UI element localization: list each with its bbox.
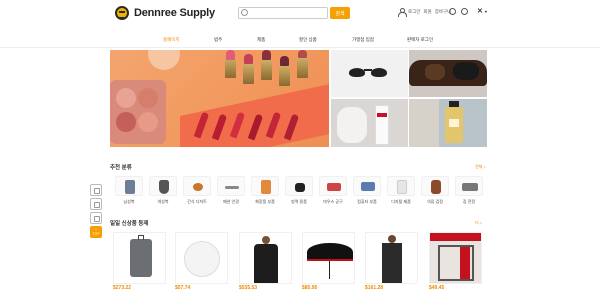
- search-icon: [241, 9, 248, 16]
- nav-divider: [0, 47, 600, 48]
- logo-icon: [115, 6, 129, 20]
- member-link[interactable]: 회원: [423, 9, 431, 15]
- top-links: 로그인 회원 장바구니: [398, 8, 451, 17]
- appliance-icon: [462, 183, 478, 191]
- categories-more-link[interactable]: 전체 >: [475, 164, 486, 170]
- chat-icon[interactable]: [461, 8, 468, 15]
- new-products-title: 일일 신상품 등재: [110, 221, 149, 227]
- snack-icon: [193, 183, 203, 191]
- product-card[interactable]: $49.45: [429, 232, 484, 291]
- category-item[interactable]: 컴퓨터 부품: [352, 176, 382, 206]
- category-item[interactable]: 의류 검정: [420, 176, 450, 206]
- clothing-icon: [125, 180, 135, 194]
- category-item[interactable]: 여성복: [148, 176, 178, 206]
- user-icon[interactable]: [398, 8, 407, 17]
- golf-ball-icon: [184, 241, 220, 277]
- hero-banner-sunglasses[interactable]: [331, 50, 408, 97]
- side-cart-button[interactable]: [90, 184, 102, 196]
- dress-icon: [159, 180, 169, 194]
- laptop-icon: [361, 182, 375, 191]
- category-item[interactable]: 화장품 부품: [250, 176, 280, 206]
- nav-products[interactable]: 제품: [257, 37, 265, 43]
- product-card[interactable]: $161.28: [365, 232, 420, 291]
- tools-icon: [327, 183, 341, 191]
- categories-title: 추천 분류: [110, 165, 132, 171]
- category-item[interactable]: 디지털 제품: [386, 176, 416, 206]
- hero-banner-perfume[interactable]: [409, 99, 487, 147]
- brand-logo[interactable]: Dennree Supply: [115, 6, 215, 20]
- chevron-down-icon: ▾: [484, 8, 487, 14]
- overalls-icon: [382, 243, 402, 283]
- search-button[interactable]: 검색: [330, 7, 350, 19]
- nav-seller-login[interactable]: 판매자 로그인: [407, 37, 433, 43]
- glasses-icon: [225, 186, 239, 189]
- nav-home[interactable]: 홈페이지: [163, 37, 180, 43]
- hero-banner-eyewear[interactable]: [409, 50, 487, 97]
- language-selector[interactable]: ✕ ▾: [477, 7, 487, 15]
- product-card[interactable]: $57.74: [175, 232, 230, 291]
- umbrella-icon: [307, 243, 353, 261]
- handbag-icon: [431, 180, 441, 194]
- nav-categories[interactable]: 범주: [214, 37, 222, 43]
- side-favorites-button[interactable]: [90, 198, 102, 210]
- product-card[interactable]: $85.95: [302, 232, 357, 291]
- cosmetics-icon: [261, 180, 271, 194]
- category-item[interactable]: 간식 디저트: [182, 176, 212, 206]
- floating-sidebar: ^ TOP: [90, 184, 104, 238]
- jacket-icon: [254, 244, 278, 283]
- category-item[interactable]: 남성복: [114, 176, 144, 206]
- login-link[interactable]: 로그인: [408, 9, 420, 15]
- products-more-link[interactable]: 더 >: [475, 220, 482, 226]
- category-item[interactable]: 마우스 공구: [318, 176, 348, 206]
- product-card[interactable]: $535.53: [239, 232, 294, 291]
- mask-icon: [295, 183, 305, 192]
- back-to-top-button[interactable]: ^ TOP: [90, 226, 102, 238]
- hero-banner-cosmetics[interactable]: [110, 50, 329, 147]
- category-item[interactable]: 패션 안경: [216, 176, 246, 206]
- side-history-button[interactable]: [90, 212, 102, 224]
- earbuds-icon: [397, 180, 407, 194]
- product-card[interactable]: $273.22: [113, 232, 168, 291]
- nav-deals[interactable]: 할인 상품: [299, 37, 317, 43]
- close-icon: ✕: [477, 8, 483, 15]
- nav-merchant[interactable]: 가맹점 입점: [352, 37, 374, 43]
- search-input[interactable]: [251, 9, 325, 18]
- category-item[interactable]: 집 전정: [454, 176, 484, 206]
- search-box[interactable]: [238, 7, 328, 19]
- main-nav: 홈페이지 범주 제품 할인 상품 가맹점 입점 판매자 로그인: [0, 34, 600, 46]
- luggage-icon: [130, 239, 152, 277]
- category-item[interactable]: 방역 용품: [284, 176, 314, 206]
- headset-icon[interactable]: [449, 8, 456, 15]
- hero-banner-skincare[interactable]: [331, 99, 408, 147]
- brand-name: Dennree Supply: [134, 7, 215, 19]
